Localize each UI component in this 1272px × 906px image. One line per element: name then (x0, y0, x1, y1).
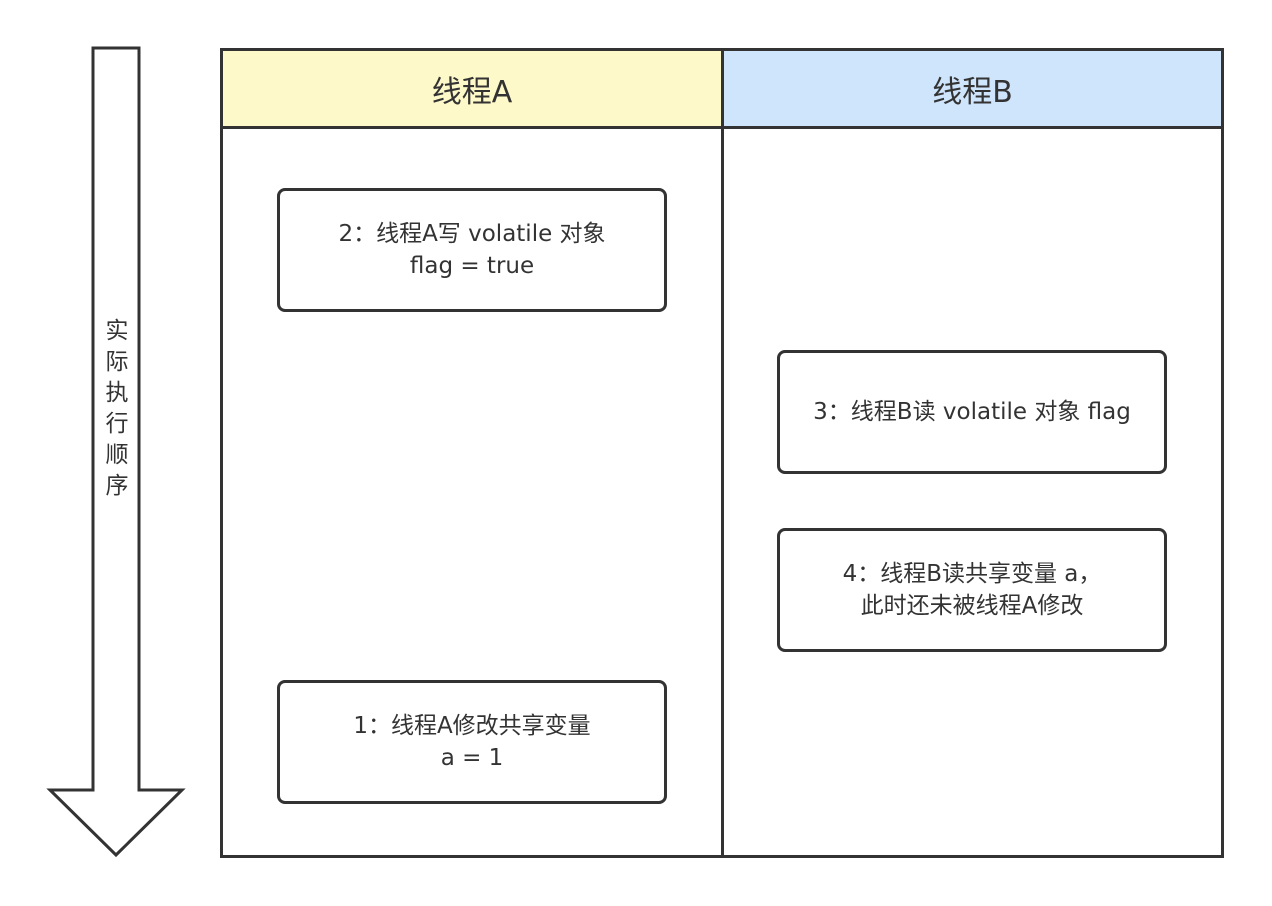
step-3-box: 3：线程B读 volatile 对象 flag (777, 350, 1167, 474)
step-2-line-2: flag = true (409, 253, 535, 279)
execution-order-char: 行 (105, 411, 129, 437)
step-1-box: 1：线程A修改共享变量 a = 1 (277, 680, 667, 804)
execution-order-char: 实 (105, 318, 129, 344)
step-1-line-2: a = 1 (440, 745, 504, 771)
step-4-line-1: 4：线程B读共享变量 a， (842, 561, 1102, 587)
thread-a-header: 线程A (223, 51, 721, 129)
execution-order-char: 序 (105, 473, 129, 499)
step-4-box: 4：线程B读共享变量 a， 此时还未被线程A修改 (777, 528, 1167, 652)
execution-order-char: 顺 (105, 442, 129, 468)
execution-order-char: 际 (105, 349, 129, 375)
thread-table: 线程A 线程B 2：线程A写 volatile 对象 flag = true 1… (220, 48, 1224, 858)
step-1-line-1: 1：线程A修改共享变量 (353, 713, 591, 739)
step-2-line-1: 2：线程A写 volatile 对象 (338, 221, 606, 247)
thread-a-title: 线程A (431, 74, 513, 110)
step-3-line-1: 3：线程B读 volatile 对象 flag (813, 399, 1131, 425)
execution-order-label: 实 际 执 行 顺 序 (96, 316, 138, 502)
step-2-box: 2：线程A写 volatile 对象 flag = true (277, 188, 667, 312)
column-divider (721, 51, 724, 855)
step-4-line-2: 此时还未被线程A修改 (860, 593, 1084, 619)
thread-b-header: 线程B (724, 51, 1221, 129)
execution-order-char: 执 (105, 380, 129, 406)
thread-b-title: 线程B (932, 74, 1013, 110)
